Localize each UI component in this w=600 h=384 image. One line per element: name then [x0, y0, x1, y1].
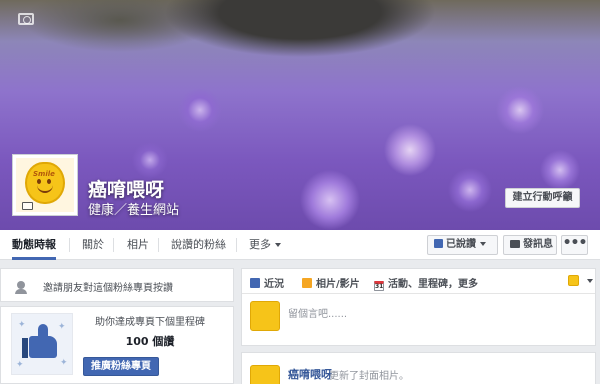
sparkle-icon: ✦: [16, 360, 24, 370]
post-composer: 近況 相片/影片 31 活動、里程碑，更多 留個言吧......: [241, 268, 596, 346]
composer-tab-photo-video[interactable]: 相片/影片: [302, 275, 360, 290]
camera-icon[interactable]: [18, 13, 34, 25]
create-call-to-action-button[interactable]: 建立行動呼籲: [505, 188, 580, 208]
photo-icon: [302, 278, 312, 288]
composer-tab-status[interactable]: 近況: [250, 275, 284, 290]
promo-like-count: 100 個讚: [125, 335, 175, 348]
chevron-down-icon: [480, 242, 486, 246]
tab-divider: [69, 238, 70, 252]
thumbs-up-cuff: [22, 338, 28, 358]
invite-friends-box[interactable]: 邀請朋友對這個粉絲專頁按讚: [0, 268, 234, 302]
calendar-icon: 31: [374, 281, 384, 291]
promo-title: 助你達成專頁下個里程碑: [95, 317, 205, 328]
page-category[interactable]: 健康／養生網站: [88, 199, 179, 218]
post-as-avatar[interactable]: [568, 275, 579, 286]
camera-icon[interactable]: [22, 202, 33, 210]
post-action-text: 更新了封面相片。: [329, 371, 409, 382]
composer-tab-label: 相片/影片: [316, 279, 360, 290]
composer-tab-event[interactable]: 31 活動、里程碑，更多: [374, 275, 478, 291]
thumbs-up-icon: [434, 239, 443, 248]
tab-divider: [113, 238, 114, 252]
profile-badge-text: Smile: [33, 170, 55, 178]
post-author-link[interactable]: 癌唷喂呀: [288, 366, 332, 382]
page-title[interactable]: 癌唷喂呀: [88, 175, 164, 202]
chevron-down-icon: [275, 243, 281, 247]
composer-tab-label: 近況: [264, 279, 284, 290]
sparkle-icon: ✦: [60, 358, 68, 368]
tab-more-label: 更多: [249, 238, 271, 251]
person-icon: [15, 281, 27, 294]
tab-more[interactable]: 更多: [249, 230, 281, 260]
chevron-down-icon[interactable]: [587, 279, 593, 283]
promote-page-box: ✦ ✦ ✦ ✦ 助你達成專頁下個里程碑 100 個讚 推廣粉絲專頁: [0, 306, 234, 384]
send-message-button[interactable]: 發訊息: [503, 235, 557, 255]
heart-smiley-icon: [25, 162, 65, 204]
message-label: 發訊息: [523, 239, 553, 250]
page-tab-bar: 動態時報 關於 相片 說讚的粉絲 更多 已說讚 發訊息 •••: [0, 230, 600, 260]
tab-likes[interactable]: 說讚的粉絲: [171, 230, 226, 260]
profile-picture[interactable]: Smile: [12, 154, 78, 216]
promote-page-button[interactable]: 推廣粉絲專頁: [83, 357, 159, 376]
promo-illustration: ✦ ✦ ✦ ✦: [11, 313, 73, 375]
tab-photos[interactable]: 相片: [127, 230, 149, 260]
tab-timeline[interactable]: 動態時報: [12, 230, 56, 260]
composer-tab-label: 活動、里程碑，更多: [388, 279, 478, 290]
tab-divider: [236, 238, 237, 252]
edit-icon: [250, 278, 260, 288]
message-icon: [510, 240, 520, 248]
liked-label: 已說讚: [446, 239, 476, 250]
avatar[interactable]: [250, 365, 280, 384]
heart-eye-right: [47, 179, 51, 184]
feed-post: 癌唷喂呀 更新了封面相片。: [241, 352, 596, 384]
thumbs-up-hand: [29, 336, 57, 358]
avatar: [250, 301, 280, 331]
liked-button[interactable]: 已說讚: [427, 235, 498, 255]
invite-friends-text[interactable]: 邀請朋友對這個粉絲專頁按讚: [43, 279, 173, 294]
composer-input[interactable]: 留個言吧......: [288, 305, 347, 320]
sparkle-icon: ✦: [58, 322, 66, 332]
composer-tabs: 近況 相片/影片 31 活動、里程碑，更多: [242, 269, 595, 294]
profile-image: Smile: [16, 158, 74, 212]
heart-eye-left: [37, 179, 41, 184]
sparkle-icon: ✦: [18, 320, 26, 330]
tab-about[interactable]: 關於: [82, 230, 104, 260]
tab-divider: [158, 238, 159, 252]
more-options-button[interactable]: •••: [561, 235, 588, 255]
